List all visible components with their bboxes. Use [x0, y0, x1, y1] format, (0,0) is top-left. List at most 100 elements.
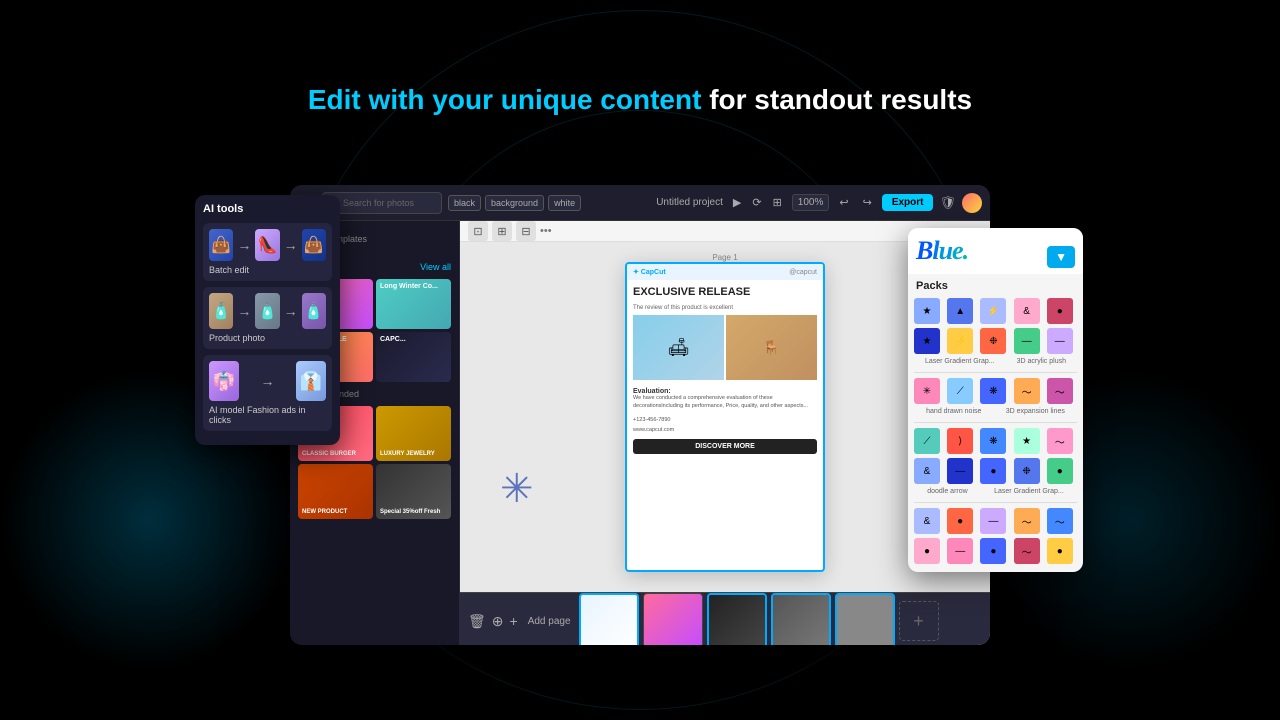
sticker-17[interactable]: ⟩ [947, 428, 973, 454]
shoe-icon: 👠 [255, 229, 279, 261]
search-bar[interactable]: 🔍 Search for photos [322, 192, 442, 214]
bag-icon: 👜 [209, 229, 233, 261]
filmstrip-page-4[interactable] [771, 593, 831, 645]
sticker-35[interactable]: ● [1047, 538, 1073, 564]
search-placeholder: Search for photos [343, 198, 414, 208]
zoom-level[interactable]: 100% [792, 194, 830, 211]
crop-tool[interactable]: ⊡ [468, 221, 488, 241]
app-toolbar: ≈ 🔍 Search for photos black background w… [290, 185, 990, 221]
card-title: EXCLUSIVE RELEASE [627, 280, 823, 305]
sticker-26[interactable]: & [914, 508, 940, 534]
more-tools[interactable]: ••• [540, 225, 552, 237]
user-avatar[interactable] [962, 193, 982, 213]
sticker-4[interactable]: & [1014, 298, 1040, 324]
card-images: 🛋 🪑 [627, 311, 823, 384]
ai-model-item[interactable]: 👘 → 👔 AI model Fashion ads in clicks [203, 355, 332, 431]
pack-label-2: 3D acrylic plush [1017, 358, 1066, 365]
filmstrip-page-2[interactable] [643, 593, 703, 645]
model-img2: 👔 [296, 361, 326, 401]
design-card[interactable]: ✦ CapCut @capcut EXCLUSIVE RELEASE The r… [625, 262, 825, 572]
sticker-28[interactable]: — [980, 508, 1006, 534]
bag2-icon: 👜 [302, 229, 326, 261]
sticker-8[interactable]: ❉ [980, 328, 1006, 354]
pack-labels-3: doodle arrow Laser Gradient Grap... [908, 486, 1083, 499]
packs-grid-5: & — ● ❉ ● [908, 456, 1083, 486]
filmstrip-page-3[interactable] [707, 593, 767, 645]
card-header: ✦ CapCut @capcut [627, 264, 823, 280]
sticker-18[interactable]: ❋ [980, 428, 1006, 454]
sticker-20[interactable]: 〜 [1047, 428, 1073, 454]
layout-tool[interactable]: ⊞ [492, 221, 512, 241]
model-img1: 👘 [209, 361, 239, 401]
transform-tool[interactable]: ⊟ [516, 221, 536, 241]
filmstrip-page-3-inner [709, 595, 765, 645]
sticker-31[interactable]: ● [914, 538, 940, 564]
play-btn[interactable]: ▶ [729, 194, 745, 211]
sticker-33[interactable]: ● [980, 538, 1006, 564]
sticker-5[interactable]: ● [1047, 298, 1073, 324]
sticker-21[interactable]: & [914, 458, 940, 484]
tag-white[interactable]: white [548, 195, 581, 211]
sticker-24[interactable]: ❉ [1014, 458, 1040, 484]
divider-1 [914, 372, 1077, 373]
sticker-19[interactable]: ★ [1014, 428, 1040, 454]
filmstrip-page-5[interactable] [835, 593, 895, 645]
filmstrip-page-1[interactable] [579, 593, 639, 645]
tag-background[interactable]: background [485, 195, 544, 211]
refresh-btn[interactable]: ⟳ [748, 194, 765, 211]
sticker-14[interactable]: 〜 [1014, 378, 1040, 404]
filmstrip-page-2-inner [644, 594, 702, 645]
duplicate-icon[interactable]: ⊕ [492, 613, 504, 630]
sticker-12[interactable]: ⟋ [947, 378, 973, 404]
sticker-6[interactable]: ★ [914, 328, 940, 354]
export-button[interactable]: Export [882, 194, 934, 211]
sticker-27[interactable]: ● [947, 508, 973, 534]
redo-btn[interactable]: ↪ [859, 194, 876, 211]
product-arrow: → [237, 303, 251, 319]
sticker-3[interactable]: ⚡ [980, 298, 1006, 324]
add-page-button[interactable]: + [899, 601, 939, 641]
sticker-7[interactable]: ⚡ [947, 328, 973, 354]
trash-icon[interactable]: 🗑 [468, 613, 486, 630]
rec-thumb-4[interactable]: Special 35%off Fresh [376, 464, 451, 519]
tag-black[interactable]: black [448, 195, 481, 211]
batch-edit-item[interactable]: 👜 → 👠 → 👜 Batch edit [203, 223, 332, 281]
blues-header: Blue. ▼ [908, 228, 1083, 274]
blues-arrow-btn[interactable]: ▼ [1047, 246, 1075, 268]
sticker-25[interactable]: ● [1047, 458, 1073, 484]
card-cta[interactable]: DISCOVER MORE [633, 439, 817, 454]
recent-thumb-4[interactable]: CAPC... [376, 332, 451, 382]
sticker-22[interactable]: — [947, 458, 973, 484]
filmstrip: 🗑 ⊕ + Add page [460, 592, 990, 645]
packs-grid-1: ★ ▲ ⚡ & ● [908, 296, 1083, 326]
sticker-13[interactable]: ❋ [980, 378, 1006, 404]
view-all-link[interactable]: View all [420, 262, 451, 272]
model-arrow: → [243, 373, 292, 389]
sticker-30[interactable]: 〜 [1047, 508, 1073, 534]
add-page-icon[interactable]: + [510, 613, 518, 629]
sticker-32[interactable]: — [947, 538, 973, 564]
product-photo-item[interactable]: 🧴 → 🧴 → 🧴 Product photo [203, 287, 332, 349]
sticker-23[interactable]: ● [980, 458, 1006, 484]
layout-btn[interactable]: ⊞ [769, 194, 786, 211]
undo-btn[interactable]: ↩ [835, 194, 852, 211]
sticker-10[interactable]: — [1047, 328, 1073, 354]
sticker-34[interactable]: 〜 [1014, 538, 1040, 564]
sticker-9[interactable]: — [1014, 328, 1040, 354]
sticker-1[interactable]: ★ [914, 298, 940, 324]
plus-icon: + [913, 611, 924, 632]
rec-thumb-3[interactable]: NEW PRODUCT [298, 464, 373, 519]
decor-splat: ✳ [500, 466, 534, 512]
batch-arrow: → [237, 237, 251, 253]
sticker-11[interactable]: ✳ [914, 378, 940, 404]
sticker-29[interactable]: 〜 [1014, 508, 1040, 534]
filmstrip-controls: 🗑 ⊕ + Add page [468, 613, 571, 630]
ai-model-label: AI model Fashion ads in clicks [209, 405, 326, 425]
sticker-15[interactable]: 〜 [1047, 378, 1073, 404]
rec-thumb-2[interactable]: LUXURY JEWELRY [376, 406, 451, 461]
recent-thumb-2[interactable]: Long Winter Co... [376, 279, 451, 329]
add-page-label[interactable]: Add page [528, 616, 571, 627]
sticker-2[interactable]: ▲ [947, 298, 973, 324]
card-phone: +123-456-7890 [627, 415, 823, 425]
sticker-16[interactable]: ⟋ [914, 428, 940, 454]
